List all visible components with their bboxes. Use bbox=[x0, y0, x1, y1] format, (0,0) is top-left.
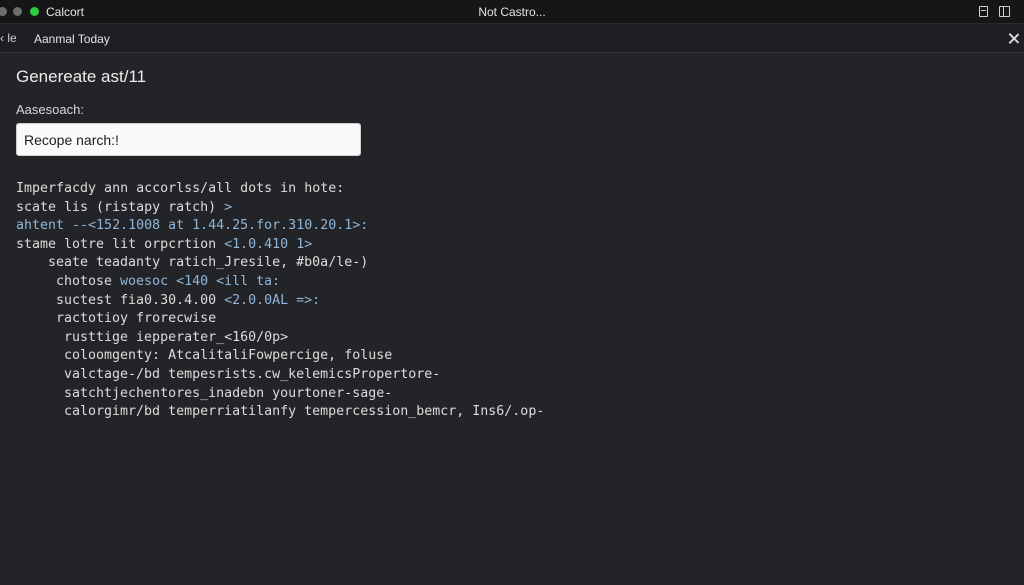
window-title: Not Castro... bbox=[478, 5, 546, 19]
document-icon[interactable] bbox=[979, 6, 988, 17]
page-title: Genereate ast/11 bbox=[16, 67, 147, 86]
code-line: rusttige iepperater_<160/0p> bbox=[0, 329, 1024, 348]
code-segment: chotose bbox=[56, 273, 121, 289]
tab-bar: ‹ le Aanmal Today bbox=[0, 24, 1024, 53]
code-line: Imperfacdy ann accorlss/all dots in hote… bbox=[0, 180, 1024, 199]
code-line: calorgimr/bd temperriatilanfy tempercess… bbox=[0, 403, 1024, 422]
search-input[interactable] bbox=[16, 123, 361, 156]
code-line: ahtent --<152.1008 at 1.44.25.for.310.20… bbox=[0, 217, 1024, 236]
code-segment: Imperfacdy ann accorlss/all dots in hote… bbox=[16, 181, 345, 196]
code-line: stame lotre lit orpcrtion <1.0.410 1> bbox=[0, 236, 1024, 255]
close-icon[interactable] bbox=[1007, 32, 1020, 45]
code-output: Imperfacdy ann accorlss/all dots in hote… bbox=[0, 180, 1024, 422]
code-line: coloomgenty: AtcalitaliFowpercige, folus… bbox=[0, 347, 1024, 366]
title-bar: Calcort Not Castro... bbox=[0, 0, 1024, 24]
code-segment: suctest fia0.30.4.00 bbox=[56, 292, 225, 308]
tab-title[interactable]: Aanmal Today bbox=[34, 32, 110, 46]
code-segment: ractotioy frorecwise bbox=[56, 311, 217, 327]
code-segment: <2.0.0AL =>: bbox=[224, 292, 321, 308]
code-line: scate lis (ristapy ratch) > bbox=[0, 199, 1024, 218]
code-line: seate teadanty ratich_Jresile, #b0a/le-) bbox=[0, 254, 1024, 273]
code-segment: stame lotre lit orpcrtion bbox=[16, 236, 225, 252]
field-label: Aasesoach: bbox=[16, 102, 84, 117]
code-line: ractotioy frorecwise bbox=[0, 310, 1024, 329]
code-segment: coloomgenty: AtcalitaliFowpercige, folus… bbox=[64, 348, 393, 364]
code-segment: valctage-/bd tempesrists.cw_kelemicsProp… bbox=[64, 366, 441, 382]
code-segment: woesoc <140 <ill ta: bbox=[120, 273, 281, 289]
tab-back-button[interactable]: ‹ le bbox=[0, 31, 17, 45]
code-line: chotose woesoc <140 <ill ta: bbox=[0, 273, 1024, 292]
code-segment: > bbox=[224, 199, 233, 215]
code-segment: ahtent --<152.1008 at 1.44.25.for.310.20… bbox=[16, 218, 369, 234]
code-line: suctest fia0.30.4.00 <2.0.0AL =>: bbox=[0, 292, 1024, 311]
code-line: satchtjechentores_inadebn yourtoner-sage… bbox=[0, 385, 1024, 404]
sidebar-panel-icon[interactable] bbox=[999, 6, 1010, 17]
code-line: valctage-/bd tempesrists.cw_kelemicsProp… bbox=[0, 366, 1024, 385]
code-segment: scate lis (ristapy ratch) bbox=[16, 199, 225, 215]
code-segment: calorgimr/bd temperriatilanfy tempercess… bbox=[64, 404, 545, 420]
code-segment: rusttige iepperater_<160/0p> bbox=[64, 329, 289, 345]
code-segment: seate teadanty ratich_Jresile, #b0a/le-) bbox=[48, 255, 369, 271]
code-segment: <1.0.410 1> bbox=[224, 236, 313, 252]
code-segment: satchtjechentores_inadebn yourtoner-sage… bbox=[64, 385, 393, 401]
